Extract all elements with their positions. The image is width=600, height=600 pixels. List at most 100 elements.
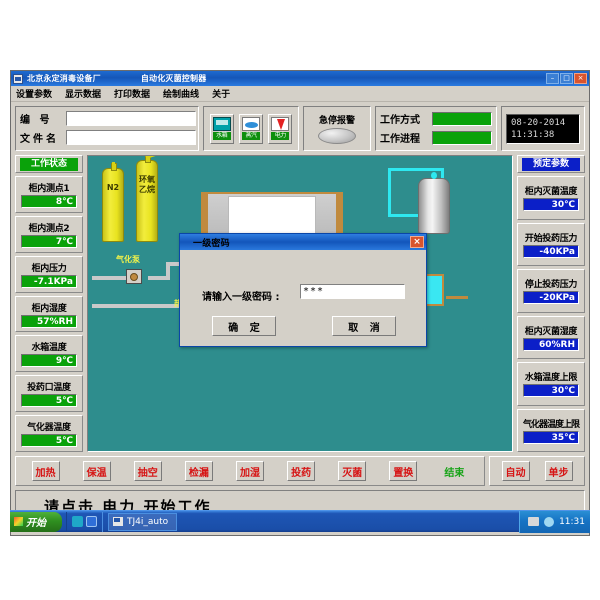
condenser-tower: [418, 172, 450, 234]
power-caption: 电力: [271, 131, 290, 140]
source-select-group: 水箱 蒸汽 电力: [203, 106, 299, 151]
filename-label: 文件名: [20, 134, 59, 145]
tray-volume-icon[interactable]: [544, 516, 555, 527]
clock-date: 08-20-2014: [511, 117, 566, 128]
identification-group: 编 号 文件名: [15, 106, 199, 151]
gauge-chamber-point-2: 柜内测点2 7℃: [15, 215, 83, 253]
password-prompt-label: 请输入一级密码 :: [202, 292, 280, 303]
explorer-icon[interactable]: [86, 516, 97, 527]
application-window: 北京永定消毒设备厂 自动化灭菌控制器 – □ × 设置参数 显示数据 打印数据 …: [10, 70, 590, 536]
taskbar-task-button[interactable]: TJ4i_auto: [108, 512, 178, 531]
button-auto[interactable]: 自动: [501, 461, 530, 481]
working-process-indicator: [432, 130, 492, 145]
gauge-value: 5℃: [21, 434, 77, 448]
param-vaporizer-temp-limit: 气化器温度上限 35℃: [517, 408, 585, 452]
power-button[interactable]: 电力: [268, 113, 293, 144]
button-evacuate[interactable]: 抽空: [133, 461, 162, 481]
gauge-chamber-point-1: 柜内测点1 8℃: [15, 176, 83, 213]
power-bolt-icon: [271, 116, 290, 131]
gauge-dosing-port-temp: 投药口温度 5℃: [15, 375, 83, 413]
param-title: 柜内灭菌湿度: [524, 326, 578, 337]
header-toolbar: 编 号 文件名 水箱 蒸汽 电力 急停报警 工作方式 工作进程 08-20-20…: [15, 106, 585, 151]
dialog-titlebar: 一级密码 ×: [180, 234, 426, 250]
gauge-value: 5℃: [21, 394, 77, 408]
button-heat[interactable]: 加热: [31, 461, 60, 481]
right-parameter-panel: 预定参数 柜内灭菌温度 30℃ 开始投药压力 -40KPa 停止投药压力 -20…: [517, 155, 585, 452]
steam-icon: [241, 116, 260, 131]
run-mode-button-group: 自动 单步: [489, 456, 585, 486]
password-input[interactable]: ***: [300, 284, 405, 299]
window-title-right: 自动化灭菌控制器: [140, 74, 207, 83]
dialog-ok-button[interactable]: 确 定: [212, 316, 276, 336]
gauge-title: 柜内压力: [31, 263, 67, 274]
gauge-title: 柜内测点1: [28, 183, 70, 194]
dialog-body: 请输入一级密码 : *** 确 定 取 消: [180, 250, 426, 346]
button-humidify[interactable]: 加湿: [235, 461, 264, 481]
button-purge[interactable]: 置换: [389, 461, 418, 481]
start-button-label: 开始: [26, 518, 46, 529]
param-water-tank-temp-limit: 水箱温度上限 30℃: [517, 362, 585, 406]
param-title: 柜内灭菌温度: [524, 187, 578, 198]
dialog-cancel-button[interactable]: 取 消: [332, 316, 396, 336]
working-mode-row: 工作方式: [380, 110, 492, 127]
window-titlebar: 北京永定消毒设备厂 自动化灭菌控制器 – □ ×: [11, 71, 589, 86]
button-sterilize[interactable]: 灭菌: [338, 461, 367, 481]
pipe-waste-vent: [446, 296, 468, 299]
gauge-chamber-humidity: 柜内湿度 57%RH: [15, 295, 83, 333]
gauge-chamber-pressure: 柜内压力 -7.1KPa: [15, 255, 83, 293]
button-leak-test[interactable]: 检漏: [184, 461, 213, 481]
cyan-pipe-vertical: [388, 170, 391, 216]
number-input[interactable]: [66, 111, 196, 126]
menu-bar: 设置参数 显示数据 打印数据 绘制曲线 关于: [11, 86, 589, 102]
menu-item-print[interactable]: 打印数据: [112, 87, 161, 100]
working-mode-indicator: [432, 111, 492, 126]
tray-clock[interactable]: 11:31: [559, 517, 585, 527]
vaporizer-pump-label: 气化泵: [116, 255, 140, 264]
gauge-vaporizer-temp: 气化器温度 5℃: [15, 415, 83, 453]
param-dosing-start-pressure: 开始投药压力 -40KPa: [517, 222, 585, 266]
param-title: 水箱温度上限: [524, 373, 578, 384]
menu-item-curve[interactable]: 绘制曲线: [161, 87, 210, 100]
dialog-title: 一级密码: [193, 238, 230, 249]
browser-icon[interactable]: [72, 516, 83, 527]
system-tray: 11:31: [519, 510, 590, 533]
param-sterilize-humidity: 柜内灭菌湿度 60%RH: [517, 315, 585, 359]
emergency-stop-label: 急停报警: [318, 116, 355, 126]
param-dosing-stop-pressure: 停止投药压力 -20KPa: [517, 269, 585, 313]
menu-item-settings[interactable]: 设置参数: [14, 87, 63, 100]
tray-device-icon[interactable]: [528, 517, 540, 526]
button-dose[interactable]: 投药: [287, 461, 316, 481]
gauge-title: 气化器温度: [27, 423, 71, 434]
screen: 北京永定消毒设备厂 自动化灭菌控制器 – □ × 设置参数 显示数据 打印数据 …: [0, 0, 600, 600]
button-hold-temp[interactable]: 保温: [82, 461, 111, 481]
menu-item-about[interactable]: 关于: [210, 87, 241, 100]
button-finish[interactable]: 结束: [440, 461, 468, 481]
param-value: -20KPa: [523, 291, 579, 305]
password-dialog: 一级密码 × 请输入一级密码 : *** 确 定 取 消: [179, 233, 427, 347]
minimize-button[interactable]: –: [546, 73, 559, 84]
dialog-close-icon[interactable]: ×: [410, 236, 424, 248]
param-value: 35℃: [523, 430, 579, 444]
gauge-value: -7.1KPa: [21, 274, 77, 288]
windows-flag-icon: [14, 517, 23, 526]
filename-field-row: 文件名: [20, 129, 196, 146]
working-status-group: 工作方式 工作进程: [375, 106, 497, 151]
param-title: 气化器温度上限: [522, 419, 580, 430]
emergency-stop-button[interactable]: [318, 128, 356, 144]
button-single-step[interactable]: 单步: [544, 461, 573, 481]
close-button[interactable]: ×: [574, 73, 587, 84]
steam-button[interactable]: 蒸汽: [238, 113, 263, 144]
start-button[interactable]: 开始: [10, 511, 62, 532]
vaporizer-pump[interactable]: [126, 269, 142, 284]
menu-item-display[interactable]: 显示数据: [63, 87, 112, 100]
taskbar: 开始 TJ4i_auto 11:31: [10, 510, 590, 533]
maximize-button[interactable]: □: [560, 73, 573, 84]
preset-parameters-header-label: 预定参数: [522, 157, 580, 171]
emergency-stop-group: 急停报警: [303, 106, 371, 151]
water-tank-caption: 水箱: [212, 131, 231, 140]
clock-time: 11:31:38: [511, 129, 555, 140]
water-tank-button[interactable]: 水箱: [209, 113, 234, 144]
filename-input[interactable]: [66, 130, 196, 145]
clock-display: 08-20-2014 11:31:38: [506, 113, 580, 144]
number-label: 编 号: [20, 115, 53, 126]
